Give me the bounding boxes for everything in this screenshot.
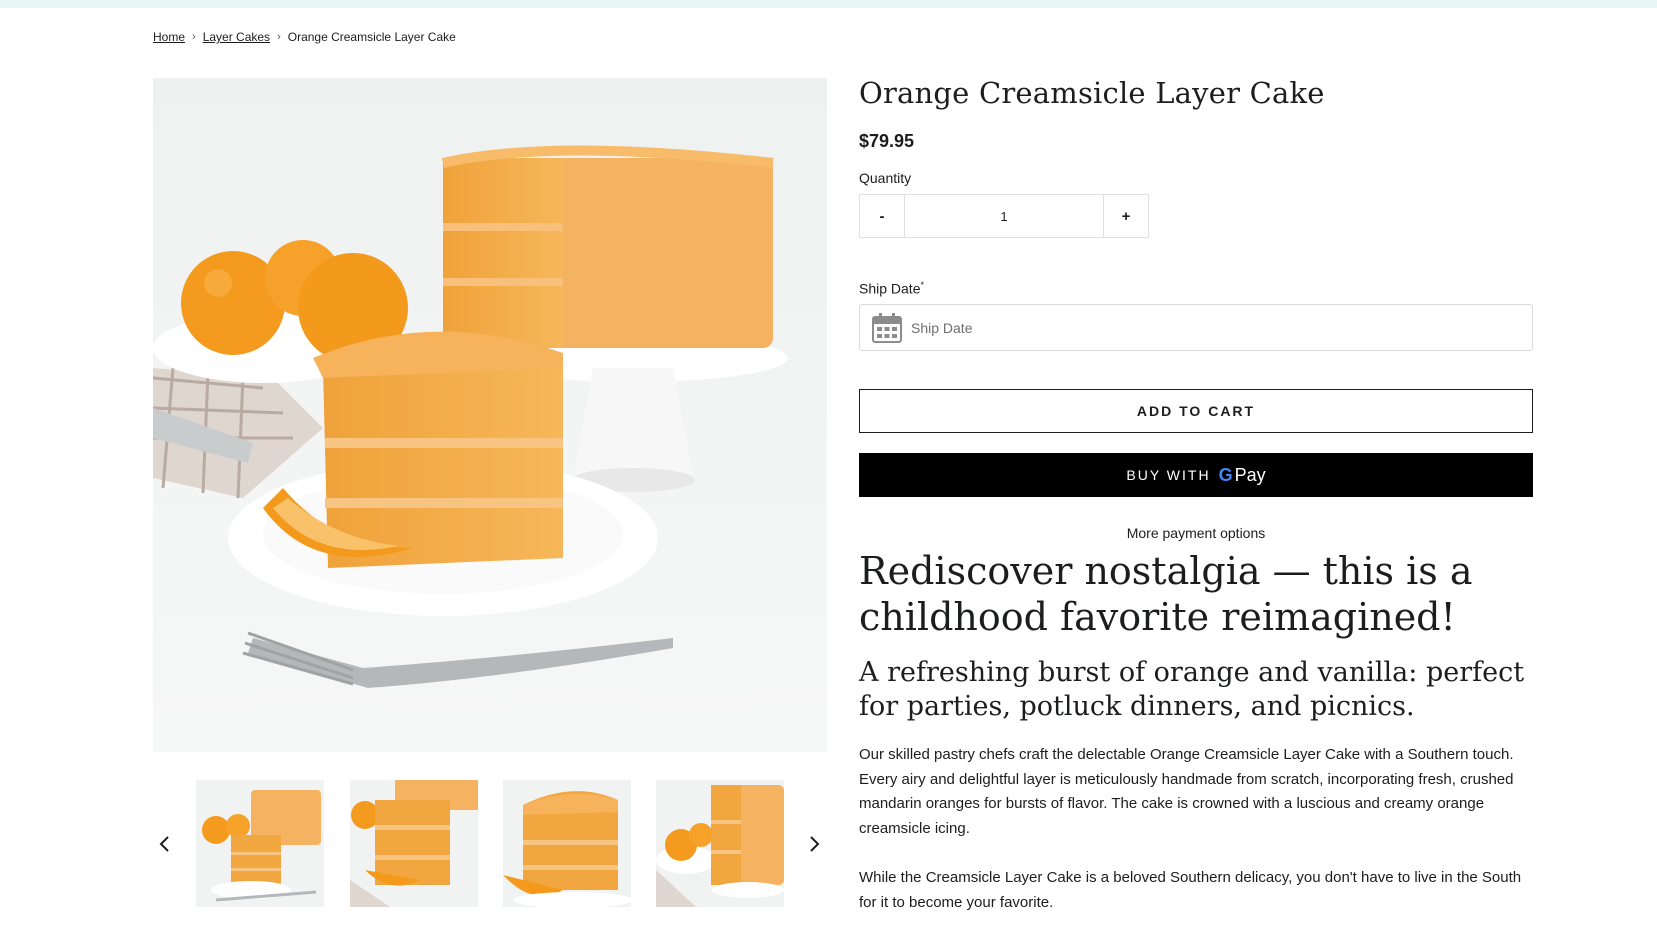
quantity-label: Quantity bbox=[859, 170, 912, 186]
gallery-thumbnail-1[interactable] bbox=[196, 780, 324, 907]
thumbnail-image bbox=[196, 780, 324, 907]
product-price: $79.95 bbox=[859, 131, 915, 151]
gallery-prev-button[interactable] bbox=[155, 832, 175, 856]
chevron-right-icon bbox=[810, 836, 820, 852]
announcement-bar bbox=[0, 0, 1657, 8]
description-paragraph-2: While the Creamsicle Layer Cake is a bel… bbox=[859, 869, 1522, 911]
quantity-increase-button[interactable]: + bbox=[1104, 195, 1148, 237]
breadcrumb: Home › Layer Cakes › Orange Creamsicle L… bbox=[153, 30, 456, 44]
ship-date-field[interactable] bbox=[859, 304, 1533, 351]
quantity-decrease-button[interactable]: - bbox=[860, 195, 904, 237]
required-mark: * bbox=[920, 280, 924, 290]
gallery-thumbnail-2[interactable] bbox=[350, 780, 478, 907]
chevron-left-icon bbox=[159, 836, 169, 852]
pay-label: Pay bbox=[1234, 464, 1266, 485]
more-payment-options-link[interactable]: More payment options bbox=[859, 525, 1533, 541]
thumbnail-image bbox=[350, 780, 478, 907]
quantity-input[interactable] bbox=[904, 195, 1104, 237]
quantity-stepper: - + bbox=[859, 194, 1149, 238]
ship-date-input[interactable] bbox=[911, 319, 1511, 336]
calendar-icon bbox=[872, 312, 902, 343]
product-photo bbox=[153, 78, 827, 752]
breadcrumb-separator: › bbox=[277, 31, 281, 43]
buy-with-label: BUY WITH bbox=[1126, 467, 1211, 483]
description-heading: Rediscover nostalgia — this is a childho… bbox=[859, 549, 1473, 639]
add-to-cart-button[interactable]: ADD TO CART bbox=[859, 389, 1533, 433]
ship-date-label-text: Ship Date bbox=[859, 280, 921, 297]
description-subheading: A refreshing burst of orange and vanilla… bbox=[859, 657, 1525, 722]
breadcrumb-separator: › bbox=[192, 31, 196, 43]
google-g-icon: G bbox=[1218, 464, 1233, 485]
product-main-image[interactable] bbox=[153, 78, 827, 752]
gallery-thumbnail-3[interactable] bbox=[503, 780, 631, 907]
product-title: Orange Creamsicle Layer Cake bbox=[859, 76, 1325, 110]
gallery-next-button[interactable] bbox=[804, 832, 824, 856]
gallery-thumbnail-4[interactable] bbox=[656, 780, 784, 907]
ship-date-label: Ship Date* bbox=[859, 280, 924, 297]
google-pay-button[interactable]: BUY WITH G Pay bbox=[859, 453, 1533, 497]
breadcrumb-category-link[interactable]: Layer Cakes bbox=[203, 30, 270, 44]
description-paragraph-1: Our skilled pastry chefs craft the delec… bbox=[859, 746, 1514, 837]
breadcrumb-home-link[interactable]: Home bbox=[153, 30, 185, 44]
thumbnail-image bbox=[503, 780, 631, 907]
thumbnail-image bbox=[656, 780, 784, 907]
breadcrumb-current: Orange Creamsicle Layer Cake bbox=[287, 30, 456, 44]
